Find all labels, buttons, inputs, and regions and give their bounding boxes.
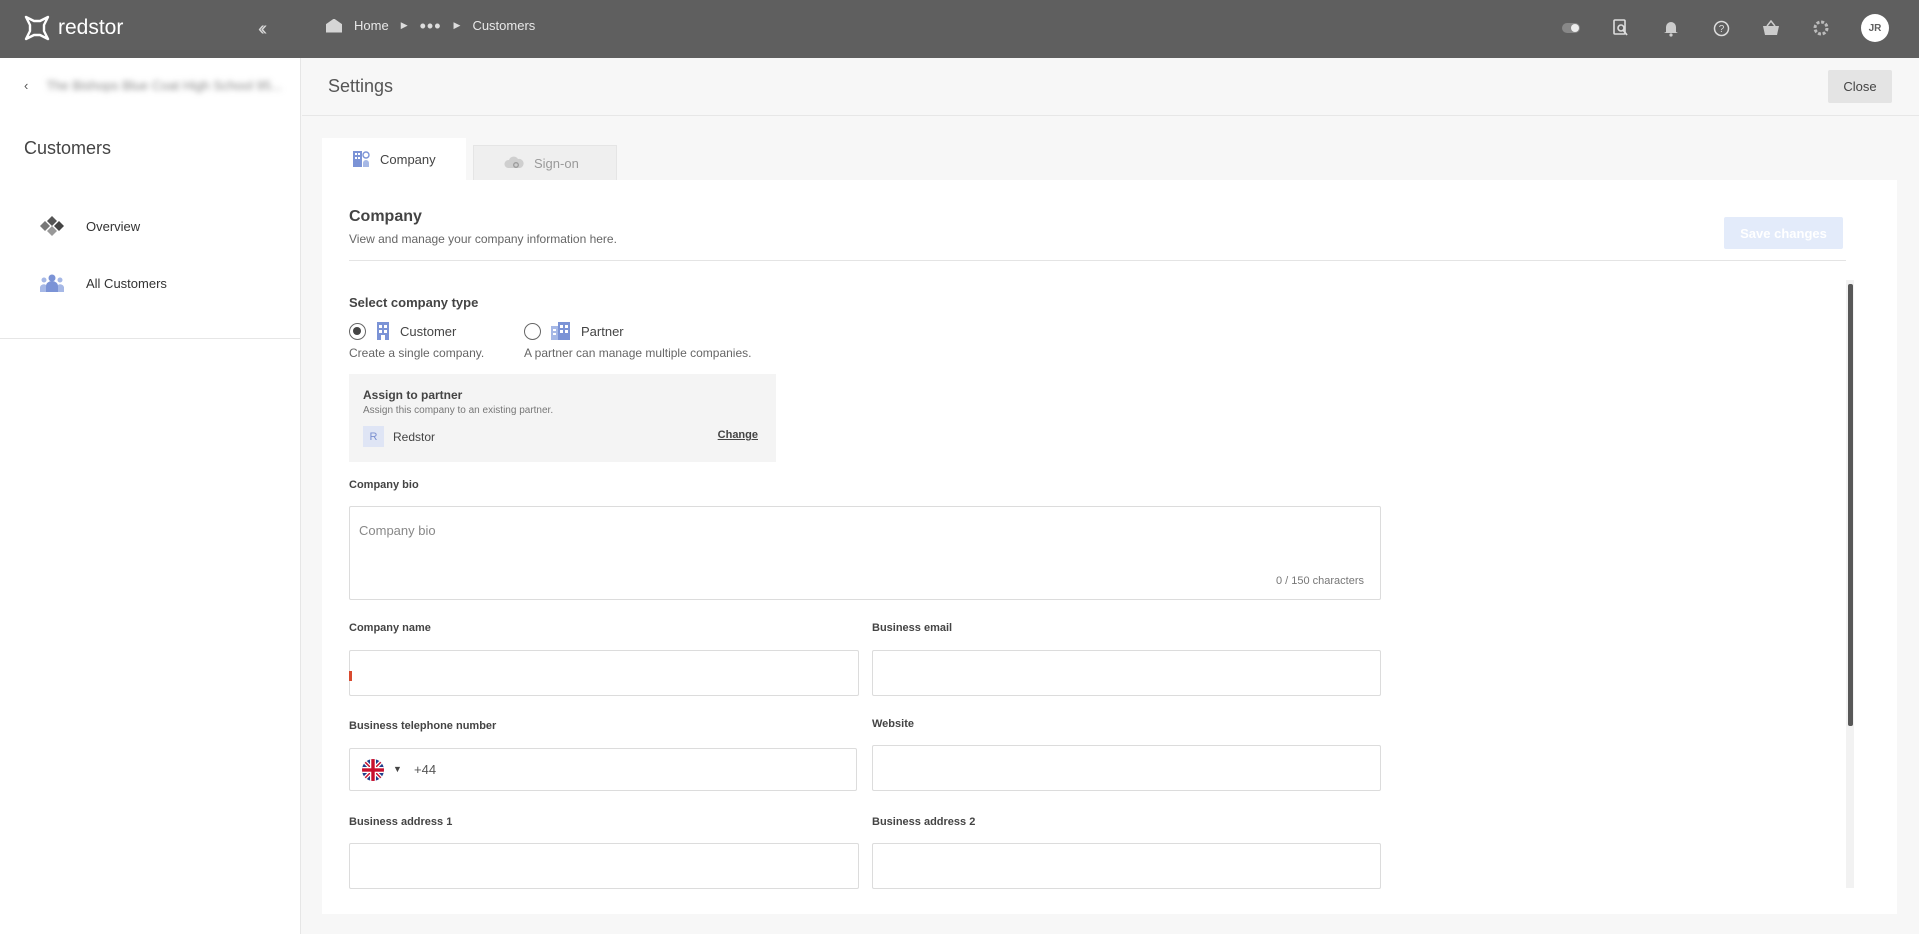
- breadcrumb-home[interactable]: Home: [354, 18, 389, 33]
- bell-icon[interactable]: [1661, 18, 1681, 38]
- website-input[interactable]: [872, 745, 1381, 791]
- radio-description: Create a single company.: [349, 346, 485, 360]
- assign-partner-subtitle: Assign this company to an existing partn…: [363, 405, 554, 416]
- chevron-down-icon[interactable]: ▼: [393, 764, 402, 774]
- telephone-prefix: +44: [414, 762, 437, 777]
- company-name-label: Company name: [349, 622, 431, 634]
- sidebar-item-label: All Customers: [86, 275, 167, 291]
- address2-label: Business address 2: [872, 816, 976, 828]
- back-arrow-icon: ‹: [24, 78, 29, 93]
- brand-name: redstor: [58, 16, 124, 39]
- overview-icon: [40, 216, 64, 236]
- sidebar-item-label: Overview: [86, 218, 141, 234]
- assign-partner-title: Assign to partner: [363, 388, 463, 402]
- breadcrumb-separator-icon: ▶: [453, 20, 461, 30]
- character-count: 0 / 150 characters: [1275, 575, 1364, 587]
- top-bar: redstor ‹‹ Home ▶ ••• ▶ Customers ? JR: [0, 0, 1919, 58]
- change-partner-link[interactable]: Change: [718, 429, 758, 441]
- business-email-label: Business email: [872, 622, 953, 634]
- company-tab-icon: [353, 151, 370, 167]
- buildings-icon: [551, 322, 570, 340]
- back-link[interactable]: ‹ The Bishops Blue Coat High School 95..…: [24, 78, 282, 93]
- breadcrumb-separator-icon: ▶: [400, 20, 408, 30]
- radio-partner[interactable]: Partner: [524, 322, 624, 340]
- radio-button-unchecked[interactable]: [524, 322, 541, 340]
- scrollbar-thumb[interactable]: [1848, 284, 1853, 726]
- building-icon: [377, 322, 389, 340]
- radio-button-checked[interactable]: [349, 322, 366, 340]
- settings-header: Settings Close: [302, 58, 1919, 116]
- radio-description: A partner can manage multiple companies.: [524, 346, 752, 360]
- required-marker: [349, 671, 352, 681]
- assign-partner-panel: Assign to partner Assign this company to…: [349, 374, 776, 462]
- company-bio-textarea[interactable]: Company bio 0 / 150 characters: [349, 506, 1381, 600]
- people-icon: [40, 274, 64, 292]
- sidebar-item-overview[interactable]: Overview: [40, 216, 140, 236]
- brand-logo[interactable]: redstor: [24, 15, 123, 41]
- partner-badge: R: [363, 426, 384, 447]
- sidebar: ‹ The Bishops Blue Coat High School 95..…: [0, 58, 301, 934]
- company-bio-placeholder: Company bio: [359, 523, 436, 538]
- tab-label: Company: [380, 151, 436, 167]
- divider: [349, 260, 1846, 261]
- section-subtitle: View and manage your company information…: [349, 232, 617, 246]
- top-actions: ? JR: [1561, 14, 1889, 42]
- telephone-label: Business telephone number: [349, 720, 497, 732]
- radio-label: Customer: [400, 323, 457, 339]
- collapse-sidebar-icon[interactable]: ‹‹: [258, 18, 268, 41]
- breadcrumb-customers[interactable]: Customers: [472, 18, 535, 33]
- business-email-input[interactable]: [872, 650, 1381, 696]
- home-icon: [326, 18, 342, 33]
- page-title: Settings: [328, 76, 394, 96]
- search-document-icon[interactable]: [1611, 18, 1631, 38]
- company-name-input[interactable]: [349, 650, 859, 696]
- breadcrumb-more[interactable]: •••: [420, 17, 442, 35]
- radio-customer[interactable]: Customer: [349, 322, 456, 340]
- sidebar-item-all-customers[interactable]: All Customers: [40, 273, 167, 293]
- address1-input[interactable]: [349, 843, 859, 889]
- sidebar-title: Customers: [24, 138, 112, 158]
- close-button[interactable]: Close: [1828, 70, 1892, 103]
- uk-flag-icon[interactable]: [362, 759, 384, 781]
- radio-label: Partner: [581, 323, 624, 339]
- tab-label: Sign-on: [534, 155, 579, 171]
- basket-icon[interactable]: [1761, 18, 1781, 38]
- save-changes-button[interactable]: Save changes: [1724, 217, 1843, 249]
- company-type-label: Select company type: [349, 295, 479, 310]
- section-title: Company: [349, 208, 422, 225]
- tab-sign-on[interactable]: Sign-on: [473, 145, 617, 180]
- cloud-key-icon: [504, 156, 524, 168]
- address2-input[interactable]: [872, 843, 1381, 889]
- tab-company[interactable]: Company: [322, 138, 466, 180]
- sidebar-divider: [0, 338, 300, 339]
- company-card: Company View and manage your company inf…: [322, 180, 1897, 914]
- address1-label: Business address 1: [349, 816, 453, 828]
- toggle-icon[interactable]: [1561, 18, 1581, 38]
- avatar[interactable]: JR: [1861, 14, 1889, 42]
- telephone-input[interactable]: ▼ +44: [349, 748, 857, 791]
- partner-name: Redstor: [393, 430, 436, 444]
- website-label: Website: [872, 718, 914, 730]
- back-label: The Bishops Blue Coat High School 95...: [46, 78, 282, 93]
- help-icon[interactable]: ?: [1711, 18, 1731, 38]
- svg-text:?: ?: [1718, 24, 1724, 35]
- gear-icon[interactable]: [1811, 18, 1831, 38]
- company-bio-label: Company bio: [349, 479, 419, 491]
- redstor-logo-icon: [24, 15, 50, 41]
- breadcrumb: Home ▶ ••• ▶ Customers: [326, 17, 535, 35]
